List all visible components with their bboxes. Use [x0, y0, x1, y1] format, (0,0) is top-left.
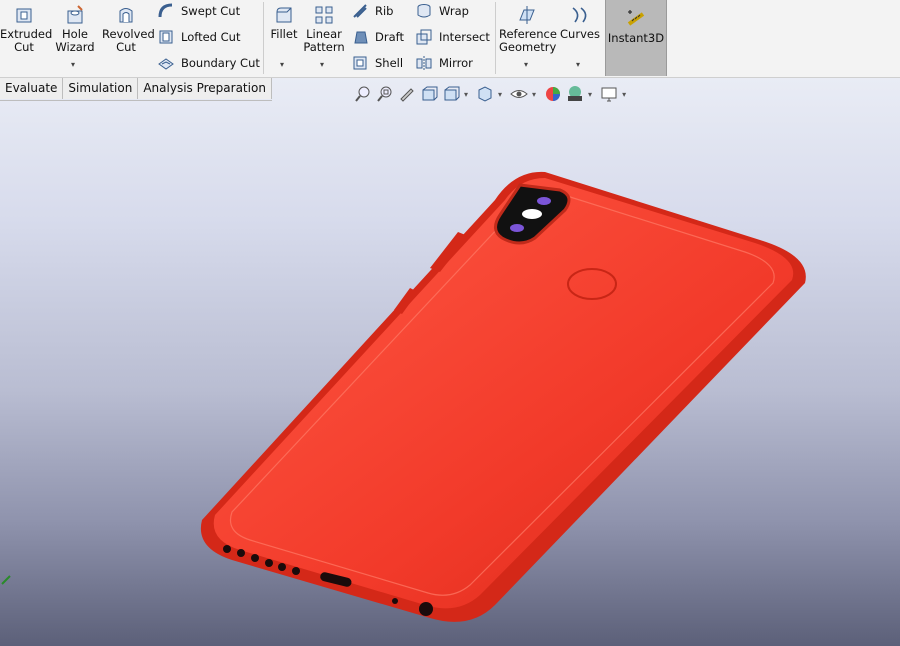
lofted-cut-label: Lofted Cut [181, 30, 241, 44]
case-back-face [213, 178, 794, 609]
boundary-cut-label: Boundary Cut [181, 56, 260, 70]
ribbon-separator [495, 2, 496, 74]
rib-button[interactable]: Rib [351, 0, 394, 22]
intersect-button[interactable]: Intersect [415, 26, 490, 48]
curves-label: Curves [560, 27, 600, 41]
swept-cut-label: Swept Cut [181, 4, 241, 18]
intersect-label: Intersect [439, 30, 490, 44]
linear-pattern-dropdown-icon[interactable]: ▾ [320, 60, 324, 69]
linear-pattern-icon [315, 6, 333, 24]
fillet-dropdown-icon[interactable]: ▾ [280, 60, 284, 69]
graphics-area[interactable]: Evaluate Simulation Analysis Preparation… [0, 78, 900, 646]
wrap-button[interactable]: Wrap [415, 0, 469, 22]
wrap-icon [417, 4, 431, 18]
extruded-cut-label-2: Cut [14, 40, 34, 54]
curves-dropdown-icon[interactable]: ▾ [576, 60, 580, 69]
instant3d-label: Instant3D [607, 31, 665, 45]
reference-geometry-dropdown-icon[interactable]: ▾ [524, 60, 528, 69]
intersect-icon [416, 29, 432, 45]
boundary-cut-button[interactable]: Boundary Cut [157, 52, 260, 74]
shell-label: Shell [375, 56, 404, 70]
shell-button[interactable]: Shell [351, 52, 403, 74]
hole-wizard-button[interactable]: Hole Wizard [52, 4, 98, 54]
reference-geometry-label-2: Geometry [499, 40, 557, 54]
rib-label: Rib [375, 4, 394, 18]
linear-pattern-button[interactable]: Linear Pattern [303, 4, 345, 54]
mirror-label: Mirror [439, 56, 473, 70]
linear-pattern-label-2: Pattern [303, 40, 345, 54]
axis-triad-icon [1, 575, 11, 585]
curves-button[interactable]: Curves [560, 4, 600, 41]
swept-cut-icon [158, 3, 173, 18]
flash [522, 209, 542, 219]
swept-cut-button[interactable]: Swept Cut [157, 0, 240, 22]
revolved-cut-label-2: Cut [116, 40, 136, 54]
microphone-hole [392, 598, 398, 604]
rib-icon [353, 4, 367, 18]
reference-geometry-icon [519, 6, 535, 24]
command-manager-ribbon: Extruded Cut Hole Wizard ▾ Revolved Cut … [0, 0, 900, 78]
lofted-cut-button[interactable]: Lofted Cut [157, 26, 240, 48]
wrap-label: Wrap [439, 4, 469, 18]
instant3d-icon [627, 10, 645, 26]
draft-label: Draft [375, 30, 404, 44]
extruded-cut-button[interactable]: Extruded Cut [0, 4, 52, 54]
revolved-cut-button[interactable]: Revolved Cut [102, 4, 155, 54]
extruded-cut-icon [16, 8, 32, 23]
fillet-button[interactable]: Fillet [268, 4, 300, 41]
curves-icon [572, 7, 587, 23]
draft-button[interactable]: Draft [351, 26, 404, 48]
hole-wizard-icon [67, 5, 83, 24]
fillet-icon [276, 7, 292, 23]
lofted-cut-icon [159, 30, 173, 44]
camera-lens [537, 197, 551, 205]
mirror-icon [416, 56, 432, 70]
reference-geometry-button[interactable]: Reference Geometry [499, 4, 557, 54]
headphone-jack [419, 602, 433, 616]
phone-case-model[interactable] [0, 78, 900, 646]
mirror-button[interactable]: Mirror [415, 52, 473, 74]
hole-wizard-dropdown-icon[interactable]: ▾ [71, 60, 75, 69]
fillet-label: Fillet [270, 27, 298, 41]
shell-icon [353, 56, 367, 70]
ribbon-separator [263, 2, 264, 74]
camera-lens [510, 224, 524, 232]
revolved-cut-icon [119, 8, 133, 23]
instant3d-button[interactable]: Instant3D [605, 0, 667, 76]
draft-icon [354, 31, 368, 44]
hole-wizard-label-2: Wizard [55, 40, 95, 54]
boundary-cut-icon [158, 58, 174, 70]
